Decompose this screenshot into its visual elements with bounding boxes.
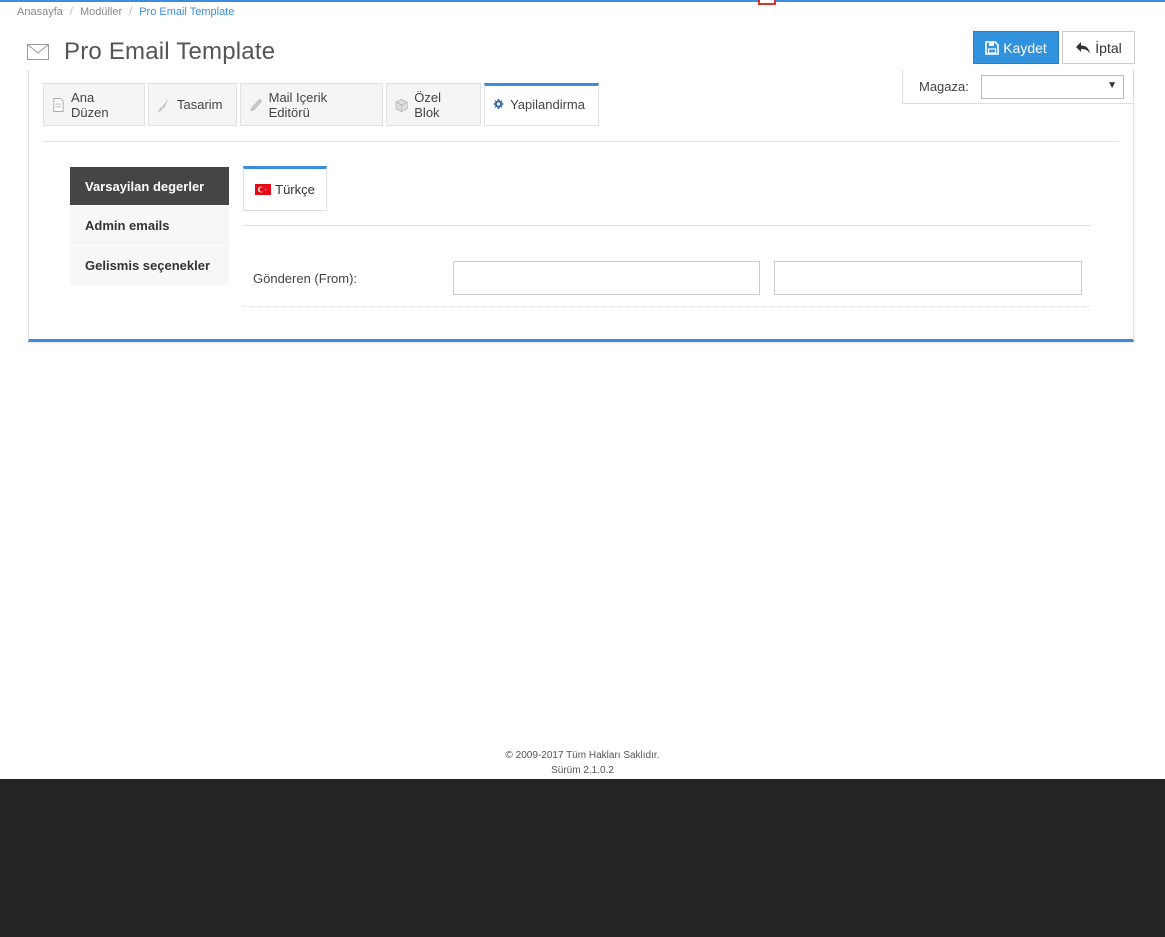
from-label: Gönderen (From): xyxy=(253,271,358,286)
brush-icon xyxy=(158,97,169,112)
tab-label: Özel Blok xyxy=(414,89,441,120)
store-selector-box: Magaza: ▼ xyxy=(902,70,1134,104)
document-icon xyxy=(53,97,64,112)
breadcrumb-home[interactable]: Anasayfa xyxy=(17,6,63,18)
tab-label: Tasarim xyxy=(177,97,223,112)
side-nav-item-varsayilan-degerler[interactable]: Varsayilan degerler xyxy=(70,167,229,205)
breadcrumb-current[interactable]: Pro Email Template xyxy=(139,6,234,18)
side-nav-label: Varsayilan degerler xyxy=(85,178,205,194)
store-select[interactable]: ▼ xyxy=(981,74,1124,99)
tab-mail-icerik-editoru[interactable]: Mail Içerik Editörü xyxy=(240,83,383,126)
side-nav-item-gelismis-secenekler[interactable]: Gelismis seçenekler xyxy=(70,246,229,285)
caret-down-icon: ▼ xyxy=(1107,79,1117,91)
from-email-input[interactable] xyxy=(774,261,1082,295)
page-footer: © 2009-2017 Tüm Hakları Saklıdır. Sürüm … xyxy=(0,748,1165,778)
breadcrumb-modules[interactable]: Modüller xyxy=(80,6,122,18)
footer-dark-band xyxy=(0,779,1165,937)
tab-yapilandirma[interactable]: Yapilandirma xyxy=(484,83,599,126)
tab-ana-duzen[interactable]: Ana Düzen xyxy=(43,83,145,126)
tab-label: Yapilandirma xyxy=(510,96,585,112)
envelope-icon xyxy=(27,44,49,60)
top-accent-bar xyxy=(0,0,1165,2)
language-divider xyxy=(243,225,1091,226)
cancel-button[interactable]: İptal xyxy=(1062,31,1135,64)
side-nav-item-admin-emails[interactable]: Admin emails xyxy=(70,206,229,245)
breadcrumb-separator: / xyxy=(129,6,133,18)
top-marker xyxy=(758,0,776,5)
tabs-divider xyxy=(43,141,1119,142)
from-form-row: Gönderen (From): xyxy=(243,250,1091,307)
breadcrumb: Anasayfa / Modüller / Pro Email Template xyxy=(17,6,234,18)
cancel-button-label: İptal xyxy=(1095,39,1122,56)
pencil-icon xyxy=(250,98,263,111)
save-button[interactable]: Kaydet xyxy=(973,31,1059,64)
floppy-disk-icon xyxy=(985,40,1000,55)
language-tab-label: Türkçe xyxy=(275,182,315,197)
tab-tasarim[interactable]: Tasarim xyxy=(148,83,237,126)
gear-icon xyxy=(493,99,504,109)
tab-label: Mail Içerik Editörü xyxy=(268,89,328,120)
module-tabs: Ana Düzen Tasarim Mail Içerik Editörü Öz… xyxy=(43,83,599,126)
store-label: Magaza: xyxy=(919,79,969,94)
box-icon xyxy=(395,98,408,112)
tab-ozel-blok[interactable]: Özel Blok xyxy=(386,83,481,126)
side-nav-label: Gelismis seçenekler xyxy=(85,258,211,273)
save-button-label: Kaydet xyxy=(1003,39,1047,56)
tab-label: Ana Düzen xyxy=(71,89,109,120)
from-name-input[interactable] xyxy=(453,261,760,295)
footer-version: Sürüm 2.1.0.2 xyxy=(551,765,614,776)
turkey-flag-icon xyxy=(255,184,272,195)
side-nav-label: Admin emails xyxy=(85,218,170,233)
page-title: Pro Email Template xyxy=(64,38,276,65)
page-header: Pro Email Template xyxy=(27,38,275,66)
settings-side-nav: Varsayilan degerler Admin emails Gelismi… xyxy=(70,167,229,286)
reply-arrow-icon xyxy=(1076,41,1091,54)
footer-copyright: © 2009-2017 Tüm Hakları Saklıdır. xyxy=(505,750,660,761)
breadcrumb-separator: / xyxy=(69,6,73,18)
language-tab-turkce[interactable]: Türkçe xyxy=(243,166,327,211)
